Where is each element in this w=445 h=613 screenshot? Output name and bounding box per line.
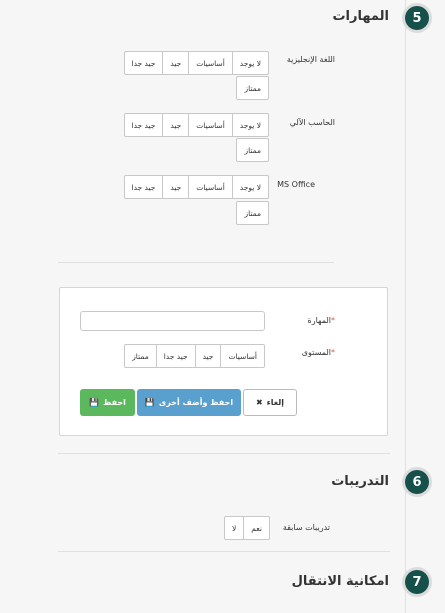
save-and-add-button[interactable]: 💾 احفظ وأضف أخرى <box>137 389 241 416</box>
level-option-basics[interactable]: أساسيات <box>188 113 233 137</box>
save-and-add-label: احفظ وأضف أخرى <box>158 398 234 407</box>
section-divider <box>58 262 334 263</box>
section-number-badge: 5 <box>405 6 429 30</box>
level-option-good[interactable]: جيد <box>162 51 190 75</box>
computer-level-group: لا يوجد أساسيات جيد جيد جدا <box>123 113 269 137</box>
level-option-good[interactable]: جيد <box>194 344 222 368</box>
level-option-very-good[interactable]: جيد جدا <box>155 344 196 368</box>
floppy-disk-icon: 💾 <box>89 398 100 407</box>
previous-trainings-toggle: نعم لا <box>224 516 270 540</box>
yes-option[interactable]: نعم <box>243 516 270 540</box>
skill-label-ms-office: MS Office <box>277 180 315 189</box>
skill-label-english: اللغة الإنجليزية <box>286 55 335 64</box>
skill-name-input[interactable] <box>80 311 265 331</box>
level-option-basics[interactable]: أساسيات <box>188 51 233 75</box>
level-option-excellent[interactable]: ممتاز <box>236 201 269 225</box>
close-icon: ✖ <box>255 398 263 407</box>
level-option-good[interactable]: جيد <box>162 175 190 199</box>
section-divider <box>58 453 390 454</box>
level-option-basics[interactable]: أساسيات <box>220 344 265 368</box>
level-option-excellent[interactable]: ممتاز <box>124 344 157 368</box>
save-button[interactable]: 💾 احفظ <box>80 389 135 416</box>
skill-label-computer: الحاسب الآلي <box>289 118 335 127</box>
level-option-very-good[interactable]: جيد جدا <box>123 113 164 137</box>
ms-office-level-group: لا يوجد أساسيات جيد جيد جدا <box>123 175 269 199</box>
cancel-button-label: إلغاء <box>266 398 285 407</box>
section-number-badge: 7 <box>405 570 429 594</box>
no-option[interactable]: لا <box>224 516 245 540</box>
floppy-disk-icon: 💾 <box>144 398 155 407</box>
cancel-button[interactable]: ✖ إلغاء <box>243 389 297 416</box>
required-mark: * <box>331 348 335 357</box>
level-option-none[interactable]: لا يوجد <box>231 51 269 75</box>
section-title-trainings: التدريبات <box>331 474 389 489</box>
required-mark: * <box>331 316 335 325</box>
section-title-mobility: امكانية الانتقال <box>291 574 389 589</box>
section-number-badge: 6 <box>405 470 429 494</box>
level-field-label: *المستوى <box>301 348 335 357</box>
section-title-skills: المهارات <box>332 9 389 24</box>
timeline-line <box>405 0 406 613</box>
level-option-basics[interactable]: أساسيات <box>188 175 233 199</box>
previous-trainings-label: تدريبات سابقة <box>282 523 330 532</box>
level-option-very-good[interactable]: جيد جدا <box>123 175 164 199</box>
level-option-good[interactable]: جيد <box>162 113 190 137</box>
skill-field-label: *المهارة <box>307 316 335 325</box>
section-divider <box>58 551 390 552</box>
level-option-very-good[interactable]: جيد جدا <box>123 51 164 75</box>
english-level-group: لا يوجد أساسيات جيد جيد جدا <box>123 51 269 75</box>
level-option-none[interactable]: لا يوجد <box>231 113 269 137</box>
level-option-excellent[interactable]: ممتاز <box>236 138 269 162</box>
new-skill-level-group: أساسيات جيد جيد جدا ممتاز <box>124 344 265 368</box>
level-option-excellent[interactable]: ممتاز <box>236 76 269 100</box>
level-option-none[interactable]: لا يوجد <box>231 175 269 199</box>
save-button-label: احفظ <box>103 398 126 407</box>
